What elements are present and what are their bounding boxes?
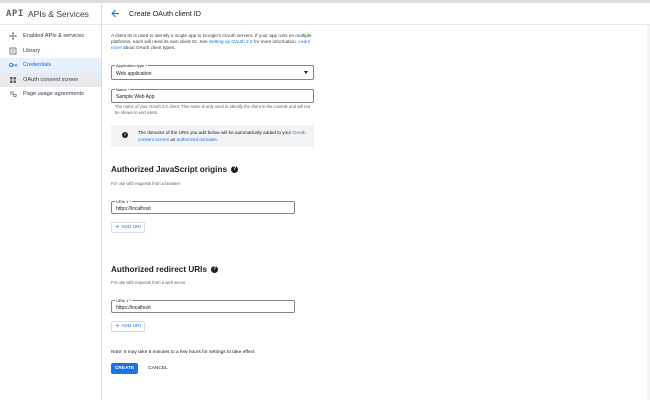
- add-redirect-uri-button[interactable]: + ADD URI: [111, 321, 145, 332]
- authorized-domains-link[interactable]: authorized domains: [177, 137, 217, 142]
- dropdown-caret-icon: [304, 71, 308, 74]
- application-type-label: Application type *: [115, 63, 148, 68]
- sidebar-item-credentials[interactable]: Credentials: [0, 58, 101, 73]
- application-type-select[interactable]: Application type * Web application: [111, 63, 314, 80]
- redirect-uris-title: Authorized redirect URIs ?: [111, 265, 218, 274]
- name-hint: The name of your OAuth 2.0 client. This …: [115, 104, 310, 115]
- sidebar-item-library[interactable]: Library: [0, 44, 101, 59]
- add-js-origin-uri-button[interactable]: + ADD URI: [111, 222, 145, 233]
- brand: API APIs & Services: [0, 3, 101, 25]
- js-origin-uri-label: URIs 1 *: [115, 199, 132, 204]
- setting-up-oauth-link[interactable]: Setting up OAuth 2.0: [209, 39, 253, 44]
- intro-part: for more information.: [252, 39, 299, 45]
- info-banner: ! The domains of the URIs you add below …: [111, 125, 314, 147]
- settings-note: Note: It may take 5 minutes to a few hou…: [111, 350, 255, 355]
- intro-text: A client ID is used to identify a single…: [111, 33, 315, 52]
- back-arrow-icon[interactable]: [109, 8, 121, 20]
- api-logo-icon: API: [6, 8, 24, 19]
- redirect-uri-value: https://localhost: [116, 304, 151, 311]
- sidebar-item-page-usage[interactable]: Page usage agreements: [0, 87, 101, 102]
- add-uri-label: ADD URI: [121, 225, 141, 230]
- application-type-value: Web application: [116, 71, 152, 77]
- sidebar-item-oauth-consent[interactable]: OAuth consent screen: [0, 72, 101, 87]
- sidebar-item-label: Credentials: [23, 62, 52, 69]
- sidebar-item-label: Enabled APIs & services: [23, 33, 84, 40]
- product-title: APIs & Services: [28, 8, 89, 19]
- sidebar-item-label: Library: [23, 47, 41, 54]
- js-origins-subtitle: For use with requests from a browser: [111, 181, 181, 186]
- js-origins-title: Authorized JavaScript origins ?: [111, 165, 239, 174]
- sidebar-item-enabled-apis[interactable]: Enabled APIs & services: [0, 29, 101, 44]
- plus-icon: +: [115, 224, 120, 231]
- redirect-uri-input[interactable]: URIs 1 * https://localhost: [111, 298, 295, 313]
- sidebar-item-label: Page usage agreements: [23, 91, 84, 98]
- library-icon: [8, 46, 18, 56]
- name-field[interactable]: Name * Sample Web App: [111, 87, 314, 103]
- sidebar-nav: Enabled APIs & services Library Credenti…: [0, 29, 101, 102]
- page-title: Create OAuth client ID: [129, 9, 201, 18]
- page-header: Create OAuth client ID: [102, 3, 650, 25]
- redirect-uris-subtitle: For use with requests from a web server: [111, 280, 186, 285]
- sidebar: API APIs & Services Enabled APIs & servi…: [0, 3, 102, 400]
- settings-dots-icon: [8, 31, 18, 41]
- js-origins-title-text: Authorized JavaScript origins: [111, 165, 228, 174]
- info-text: The domains of the URIs you add below wi…: [138, 130, 308, 143]
- redirect-uris-title-text: Authorized redirect URIs: [111, 265, 207, 274]
- name-value: Sample Web App: [116, 94, 155, 100]
- redirect-uri-label: URIs 1 *: [115, 298, 132, 303]
- plus-icon: +: [115, 323, 120, 330]
- add-uri-label: ADD URI: [121, 324, 141, 329]
- settings-list-icon: [8, 89, 18, 99]
- info-part: .: [216, 136, 218, 142]
- name-label: Name *: [115, 87, 131, 92]
- create-button[interactable]: CREATE: [111, 363, 138, 374]
- cancel-button[interactable]: CANCEL: [146, 363, 170, 374]
- key-icon: [8, 60, 18, 70]
- sidebar-item-label: OAuth consent screen: [23, 76, 79, 83]
- info-part: The domains of the URIs you add below wi…: [138, 130, 293, 135]
- help-icon[interactable]: ?: [231, 166, 239, 173]
- help-icon[interactable]: ?: [211, 266, 218, 273]
- js-origin-uri-value: https://localhost: [116, 205, 151, 212]
- info-part: as: [169, 136, 177, 142]
- info-icon: !: [122, 132, 128, 138]
- js-origin-uri-input[interactable]: URIs 1 * https://localhost: [111, 199, 295, 214]
- intro-part: about OAuth client types.: [121, 45, 176, 51]
- grid-icon: [8, 75, 18, 85]
